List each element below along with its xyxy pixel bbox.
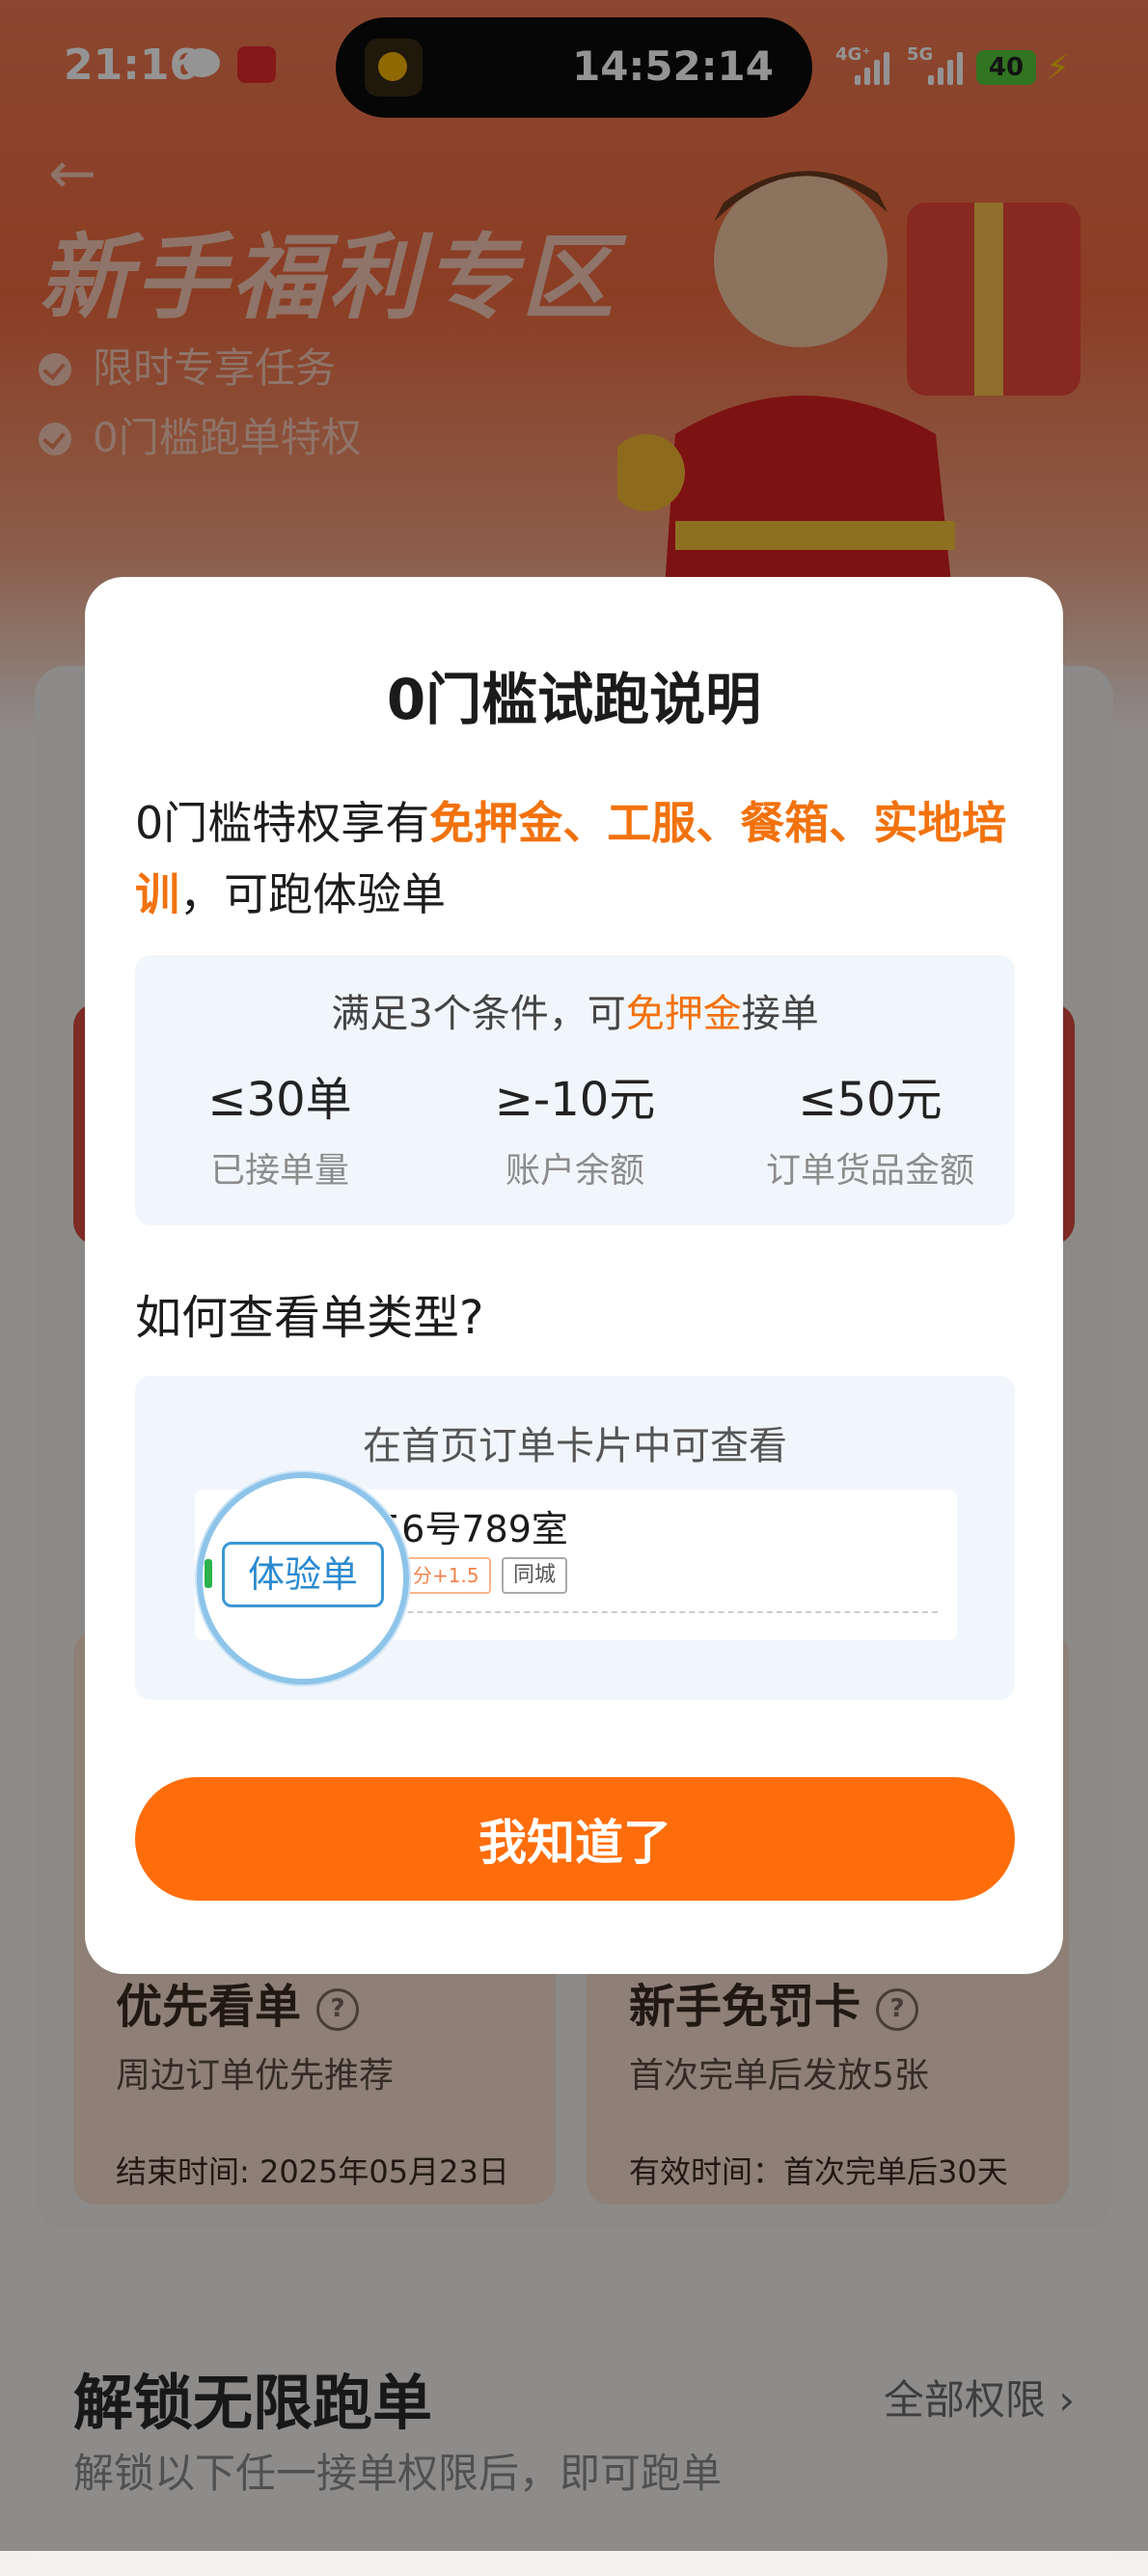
condition-value: ≤30单 bbox=[207, 1073, 352, 1127]
magnifier-lens: 体验单 bbox=[197, 1472, 409, 1685]
conditions-heading-prefix: 满足3个条件，可 bbox=[331, 992, 626, 1036]
condition-value: ≤50元 bbox=[798, 1073, 943, 1127]
got-it-button[interactable]: 我知道了 bbox=[135, 1777, 1015, 1901]
condition-goods-amount: ≤50元 订单货品金额 bbox=[725, 1061, 1015, 1192]
example-city-tag: 同城 bbox=[502, 1557, 568, 1594]
trial-explanation-dialog: 0门槛试跑说明 0门槛特权享有免押金、工服、餐箱、实地培训，可跑体验单 满足3个… bbox=[85, 577, 1063, 1974]
conditions-heading: 满足3个条件，可免押金接单 bbox=[135, 982, 1015, 1038]
dialog-title: 0门槛试跑说明 bbox=[386, 667, 762, 732]
order-type-question: 如何查看单类型? bbox=[135, 1291, 484, 1345]
condition-balance: ≥-10元 账户余额 bbox=[430, 1061, 720, 1192]
condition-value: ≥-10元 bbox=[494, 1073, 656, 1127]
condition-order-count: ≤30单 已接单量 bbox=[135, 1061, 424, 1192]
experience-order-badge: 体验单 bbox=[222, 1542, 384, 1607]
example-address: 56号789室 bbox=[378, 1508, 568, 1550]
example-heading: 在首页订单卡片中可查看 bbox=[363, 1424, 787, 1468]
desc-suffix: ，可跑体验单 bbox=[179, 868, 446, 920]
condition-label: 账户余额 bbox=[505, 1151, 644, 1191]
condition-label: 已接单量 bbox=[209, 1151, 349, 1191]
divider bbox=[340, 1611, 938, 1613]
order-type-example-box: 在首页订单卡片中可查看 56号789室 分+1.5 同城 体验单 bbox=[135, 1376, 1015, 1700]
desc-prefix: 0门槛特权享有 bbox=[135, 797, 430, 849]
conditions-heading-suffix: 接单 bbox=[741, 992, 819, 1036]
dialog-description: 0门槛特权享有免押金、工服、餐箱、实地培训，可跑体验单 bbox=[135, 787, 1032, 930]
condition-label: 订单货品金额 bbox=[765, 1151, 974, 1191]
status-marker bbox=[205, 1559, 212, 1588]
conditions-heading-highlight: 免押金 bbox=[625, 992, 742, 1036]
conditions-box: 满足3个条件，可免押金接单 ≤30单 已接单量 ≥-10元 账户余额 ≤50元 … bbox=[135, 955, 1015, 1225]
example-score-tag: 分+1.5 bbox=[401, 1557, 491, 1594]
